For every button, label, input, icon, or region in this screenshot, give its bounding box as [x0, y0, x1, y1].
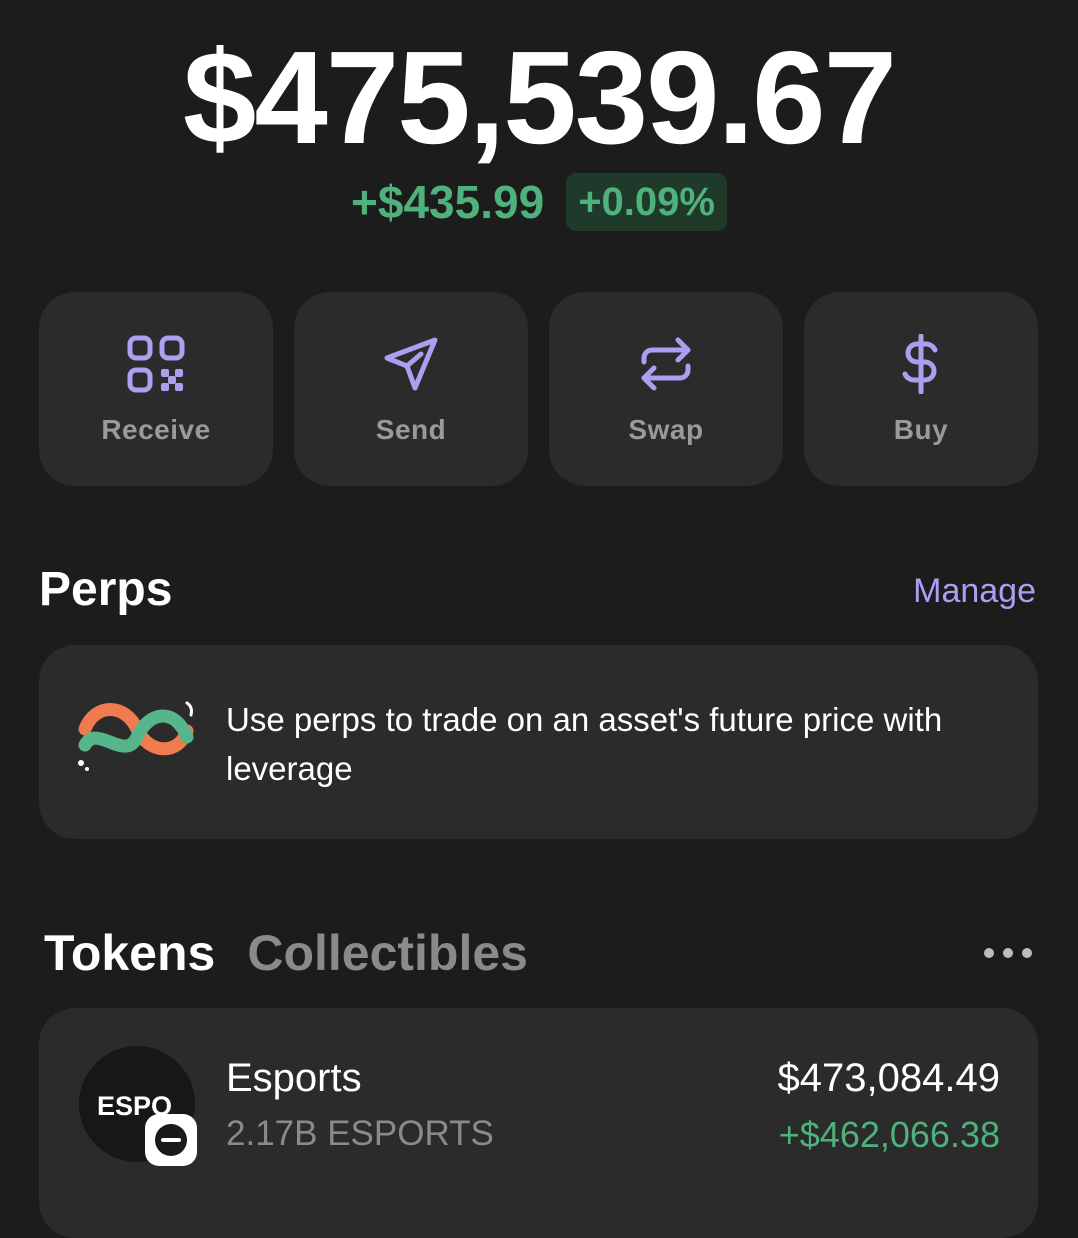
qr-code-icon	[127, 335, 185, 393]
more-dots-icon[interactable]	[984, 940, 1032, 966]
quick-actions: Receive Send Swap Buy	[39, 292, 1038, 486]
receive-button[interactable]: Receive	[39, 292, 273, 486]
balance-change-row: +$435.99 +0.09%	[0, 172, 1078, 232]
balance-change-amount: +$435.99	[351, 176, 545, 228]
buy-button[interactable]: Buy	[804, 292, 1038, 486]
perps-promo-text: Use perps to trade on an asset's future …	[226, 701, 943, 787]
send-button[interactable]: Send	[294, 292, 528, 486]
manage-perps-link[interactable]: Manage	[913, 572, 1036, 611]
balance-change-percent-badge: +0.09%	[566, 173, 727, 231]
swap-icon	[641, 337, 691, 391]
chain-badge-icon	[145, 1114, 197, 1166]
more-dot	[1003, 948, 1013, 958]
chain-badge-bar	[161, 1138, 181, 1142]
token-name: Esports	[226, 1056, 362, 1100]
token-amount: 2.17B ESPORTS	[226, 1114, 494, 1153]
receive-label: Receive	[101, 414, 211, 445]
swap-label: Swap	[628, 414, 704, 445]
token-value: $473,084.49	[777, 1056, 1000, 1100]
buy-label: Buy	[893, 414, 949, 445]
total-balance: $475,539.67	[182, 24, 897, 171]
dollar-icon	[902, 334, 938, 394]
send-label: Send	[375, 414, 447, 445]
perps-knot-icon	[78, 701, 194, 771]
tab-tokens[interactable]: Tokens	[44, 924, 215, 982]
more-dot	[1022, 948, 1032, 958]
send-icon	[384, 337, 438, 391]
asset-tabs: Tokens Collectibles	[44, 924, 528, 982]
perps-section-title: Perps	[39, 563, 173, 616]
perps-promo-card[interactable]: Use perps to trade on an asset's future …	[39, 645, 1038, 839]
more-dot	[984, 948, 994, 958]
swap-button[interactable]: Swap	[549, 292, 783, 486]
tab-collectibles[interactable]: Collectibles	[247, 924, 528, 982]
token-change: +$462,066.38	[778, 1114, 1000, 1155]
